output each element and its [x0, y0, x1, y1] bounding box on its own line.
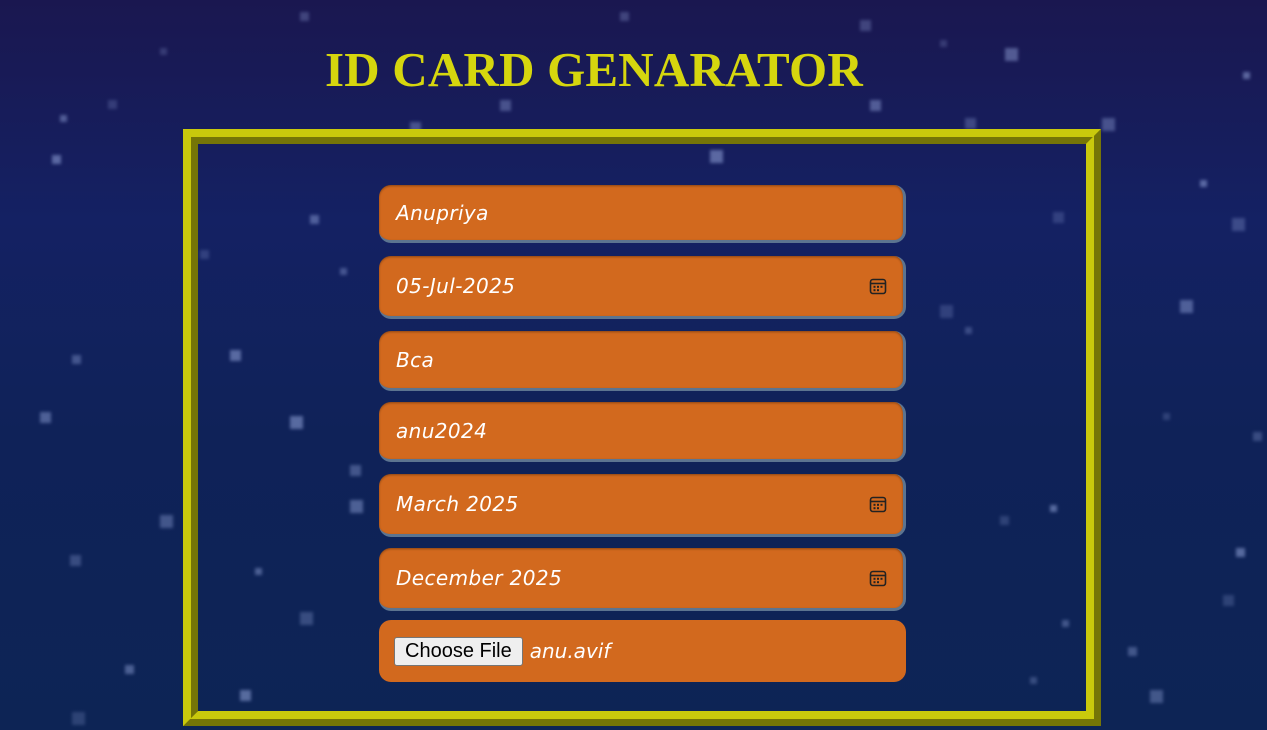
name-field[interactable]: Anupriya [379, 185, 906, 243]
star [108, 100, 117, 109]
star [1232, 218, 1245, 231]
star [500, 100, 511, 111]
calendar-icon[interactable] [869, 569, 887, 587]
calendar-icon[interactable] [869, 495, 887, 513]
star [1005, 48, 1018, 61]
date-of-birth-field[interactable]: 05-Jul-2025 [379, 256, 906, 319]
star [1163, 413, 1170, 420]
expiry-month-value: December 2025 [396, 566, 563, 590]
star [52, 155, 61, 164]
date-of-birth-value: 05-Jul-2025 [396, 274, 516, 298]
star [72, 712, 85, 725]
star [965, 118, 976, 129]
issue-month-value: March 2025 [396, 492, 519, 516]
expiry-month-field[interactable]: December 2025 [379, 548, 906, 611]
star [1128, 647, 1137, 656]
calendar-icon[interactable] [869, 277, 887, 295]
star [1180, 300, 1193, 313]
photo-upload-field: Choose File anu.avif [379, 620, 906, 682]
star [620, 12, 629, 21]
roll-id-field[interactable]: anu2024 [379, 402, 906, 462]
star [70, 555, 81, 566]
star [1102, 118, 1115, 131]
star [1253, 432, 1262, 441]
star [1223, 595, 1234, 606]
star [72, 355, 81, 364]
star [870, 100, 881, 111]
star [60, 115, 67, 122]
choose-file-button[interactable]: Choose File [394, 636, 523, 666]
star [1200, 180, 1207, 187]
course-value: Bca [396, 347, 435, 372]
issue-month-field[interactable]: March 2025 [379, 474, 906, 537]
star [940, 40, 947, 47]
star [1150, 690, 1163, 703]
star [1236, 548, 1245, 557]
star [160, 48, 167, 55]
page-title: ID CARD GENARATOR [325, 42, 863, 97]
star [160, 515, 173, 528]
star [1243, 72, 1250, 79]
roll-id-value: anu2024 [396, 418, 488, 443]
selected-file-name: anu.avif [529, 639, 611, 663]
star [860, 20, 871, 31]
star [300, 12, 309, 21]
course-field[interactable]: Bca [379, 331, 906, 391]
star [40, 412, 51, 423]
name-value: Anupriya [396, 200, 489, 225]
star [125, 665, 134, 674]
